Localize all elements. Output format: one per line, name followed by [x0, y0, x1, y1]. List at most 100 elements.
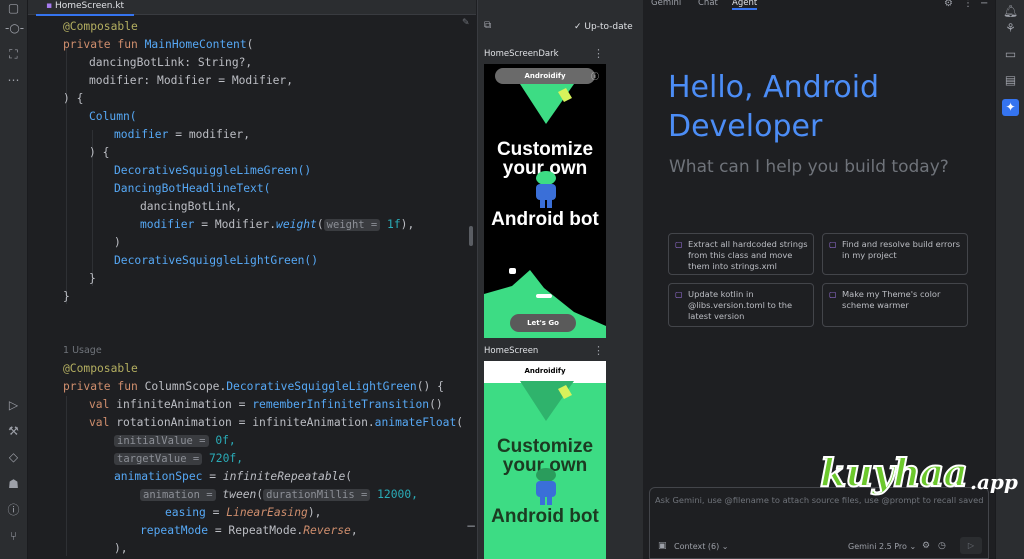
- code-line[interactable]: initialValue = 0f,: [114, 434, 236, 447]
- tab-homescreen-kt[interactable]: ▪ HomeScreen.kt: [36, 0, 135, 16]
- problems-icon[interactable]: ⓘ: [5, 502, 22, 519]
- code-line[interactable]: repeatMode = RepeatMode.Reverse,: [140, 524, 358, 537]
- code-token: =: [205, 506, 227, 519]
- code-line[interactable]: ): [114, 236, 121, 249]
- code-line[interactable]: @Composable: [63, 20, 138, 33]
- status-text: Up-to-date: [584, 22, 633, 32]
- kotlin-file-icon: ▪: [46, 1, 55, 11]
- code-token: (: [345, 470, 353, 483]
- code-line[interactable]: }: [63, 290, 70, 303]
- usage-hint[interactable]: 1 Usage: [63, 345, 102, 356]
- code-line[interactable]: DecorativeSquiggleLightGreen(): [114, 254, 318, 267]
- tab-chat[interactable]: Chat: [698, 0, 718, 8]
- code-line[interactable]: @Composable: [63, 362, 138, 375]
- code-line[interactable]: modifier = Modifier.weight(weight = 1f),: [140, 218, 414, 231]
- gradle-icon[interactable]: ⚘: [1002, 20, 1019, 37]
- app-name: Androidify: [524, 367, 566, 375]
- structure-icon[interactable]: ⛶: [5, 46, 22, 63]
- code-token: ),: [114, 542, 128, 555]
- code-line[interactable]: easing = LinearEasing),: [165, 506, 321, 519]
- commit-icon[interactable]: -○-: [5, 20, 24, 37]
- suggestion-card[interactable]: ▢ Update kotlin in @libs.version.toml to …: [668, 283, 814, 327]
- send-button[interactable]: ▷: [960, 537, 982, 554]
- image-attach-icon[interactable]: ▣: [658, 541, 667, 551]
- send-icon: ▷: [967, 541, 975, 550]
- code-line[interactable]: }: [89, 272, 96, 285]
- function-name: MainHomeContent: [144, 38, 247, 51]
- preview-layout-icon[interactable]: ⧉: [484, 20, 491, 31]
- check-icon: ✓: [574, 22, 585, 32]
- more-icon[interactable]: ⋮: [963, 0, 973, 9]
- code-line[interactable]: private fun MainHomeContent(: [63, 38, 253, 51]
- model-selector[interactable]: Gemini 2.5 Pro ⌄: [848, 542, 916, 551]
- notifications-icon[interactable]: 🔔︎: [1002, 3, 1019, 20]
- tab-agent[interactable]: Agent: [732, 0, 758, 10]
- gemini-tabs: Gemini Chat Agent ⚙ ⋮ −: [643, 0, 995, 14]
- more-tools-icon[interactable]: ⋯: [5, 72, 22, 89]
- code-token: = RepeatMode.: [208, 524, 304, 537]
- android-icon[interactable]: ☗: [5, 476, 22, 493]
- suggestion-text: Update kotlin in @libs.version.toml to t…: [688, 289, 793, 321]
- code-line[interactable]: ) {: [89, 146, 109, 159]
- inlay-hint: animation =: [140, 489, 216, 501]
- history-icon[interactable]: ◷: [938, 541, 946, 551]
- code-line[interactable]: val infiniteAnimation = rememberInfinite…: [89, 398, 443, 411]
- build-icon[interactable]: ⚒: [5, 423, 22, 440]
- editor-scrollbar[interactable]: [469, 226, 473, 246]
- project-icon[interactable]: ▢: [5, 0, 22, 17]
- gem-icon[interactable]: ◇: [5, 449, 22, 466]
- code-line[interactable]: ) {: [63, 92, 83, 105]
- greeting-subtitle: What can I help you build today?: [669, 157, 949, 177]
- code-line[interactable]: modifier: Modifier = Modifier,: [89, 74, 293, 87]
- function-name: DancingBotHeadlineText(: [114, 182, 271, 195]
- code-line[interactable]: dancingBotLink: String?,: [89, 56, 252, 69]
- info-icon[interactable]: ⓘ: [591, 71, 599, 82]
- code-line[interactable]: val rotationAnimation = infiniteAnimatio…: [89, 416, 463, 429]
- inlay-hint: durationMillis =: [263, 489, 371, 501]
- code-token: =: [231, 398, 253, 411]
- run-icon[interactable]: ▷: [5, 397, 22, 414]
- code-token: ),: [307, 506, 322, 519]
- settings-icon[interactable]: ⚙: [944, 0, 953, 9]
- code-line[interactable]: animationSpec = infiniteRepeatable(: [114, 470, 352, 483]
- code-line[interactable]: dancingBotLink,: [140, 200, 242, 213]
- number-literal: 0f,: [208, 434, 236, 447]
- code-line[interactable]: DecorativeSquiggleLimeGreen(): [114, 164, 311, 177]
- git-icon[interactable]: ⑂: [5, 528, 22, 545]
- code-line[interactable]: Column(: [89, 110, 137, 123]
- suggestion-text: Make my Theme's color scheme warmer: [842, 289, 941, 310]
- preview-more-icon[interactable]: ⋮: [593, 47, 604, 60]
- code-line[interactable]: private fun ColumnScope.DecorativeSquigg…: [63, 380, 444, 393]
- code-line[interactable]: animation = tween(durationMillis = 12000…: [140, 488, 418, 501]
- annotation: @Composable: [63, 20, 138, 33]
- watermark-tld: .app: [970, 470, 1018, 494]
- app-name: Androidify: [524, 72, 566, 80]
- function-name: DecorativeSquiggleLightGreen: [226, 380, 417, 393]
- preview-more-icon[interactable]: ⋮: [593, 344, 604, 357]
- editor-tab-bar: ▪ HomeScreen.kt: [28, 0, 476, 16]
- phone-preview-light[interactable]: Androidify Customize your own Android bo…: [484, 361, 606, 559]
- phone-preview-dark[interactable]: Androidify ⓘ Customize your own Android …: [484, 64, 606, 338]
- code-line[interactable]: targetValue = 720f,: [114, 452, 243, 465]
- code-line[interactable]: modifier = modifier,: [114, 128, 250, 141]
- suggestion-card[interactable]: ▢ Find and resolve build errors in my pro…: [822, 233, 968, 275]
- suggestion-card[interactable]: ▢ Make my Theme's color scheme warmer: [822, 283, 968, 327]
- constant: Reverse: [303, 524, 351, 537]
- code-line[interactable]: ),: [114, 542, 128, 555]
- code-line[interactable]: DancingBotHeadlineText(: [114, 182, 270, 195]
- collapse-icon[interactable]: −: [466, 519, 476, 533]
- code-token: infiniteAnimation: [116, 398, 232, 411]
- gemini-sparkle-icon[interactable]: ✦: [1002, 99, 1019, 116]
- device-manager-icon[interactable]: ▭: [1002, 46, 1019, 63]
- running-devices-icon[interactable]: ▤: [1002, 72, 1019, 89]
- context-selector[interactable]: Context (6) ⌄: [674, 542, 728, 551]
- minimize-icon[interactable]: −: [980, 0, 988, 9]
- function-name: infiniteRepeatable: [222, 470, 346, 483]
- settings-icon[interactable]: ⚙: [922, 541, 930, 551]
- tab-gemini[interactable]: Gemini: [651, 0, 681, 8]
- suggestion-card[interactable]: ▢ Extract all hardcoded strings from this…: [668, 233, 814, 275]
- lets-go-button[interactable]: Let's Go: [510, 314, 576, 332]
- keyword: val: [89, 416, 117, 429]
- constant: LinearEasing: [226, 506, 308, 519]
- greeting-line-1: Hello, Android: [668, 70, 880, 105]
